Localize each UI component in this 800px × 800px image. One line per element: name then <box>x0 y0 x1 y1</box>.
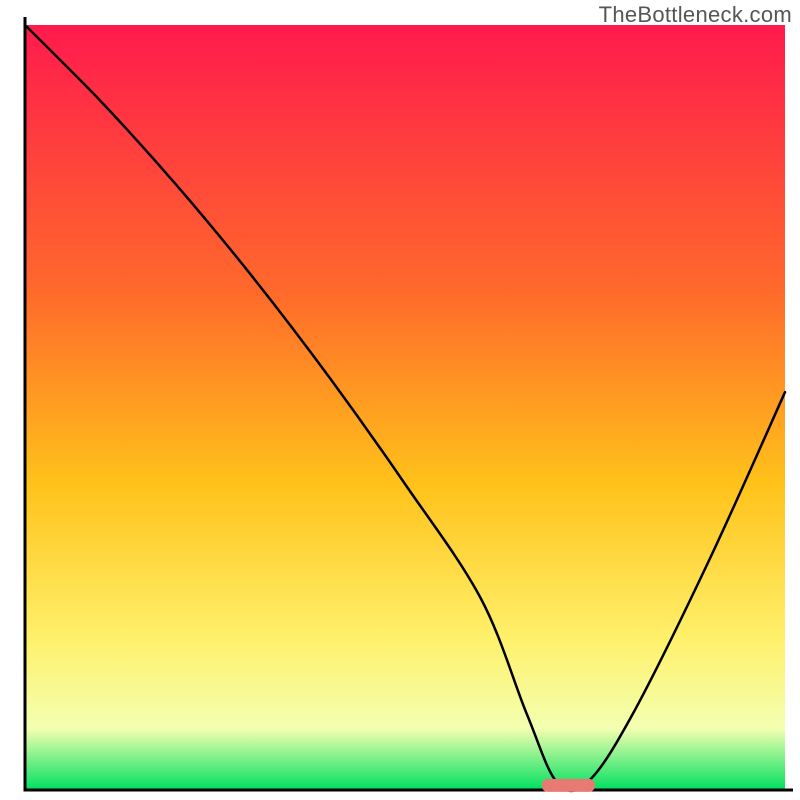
sweet-spot-marker <box>542 779 595 792</box>
plot-background <box>25 25 785 790</box>
plot-svg <box>0 0 800 800</box>
bottleneck-chart: TheBottleneck.com <box>0 0 800 800</box>
watermark-text: TheBottleneck.com <box>599 2 792 28</box>
